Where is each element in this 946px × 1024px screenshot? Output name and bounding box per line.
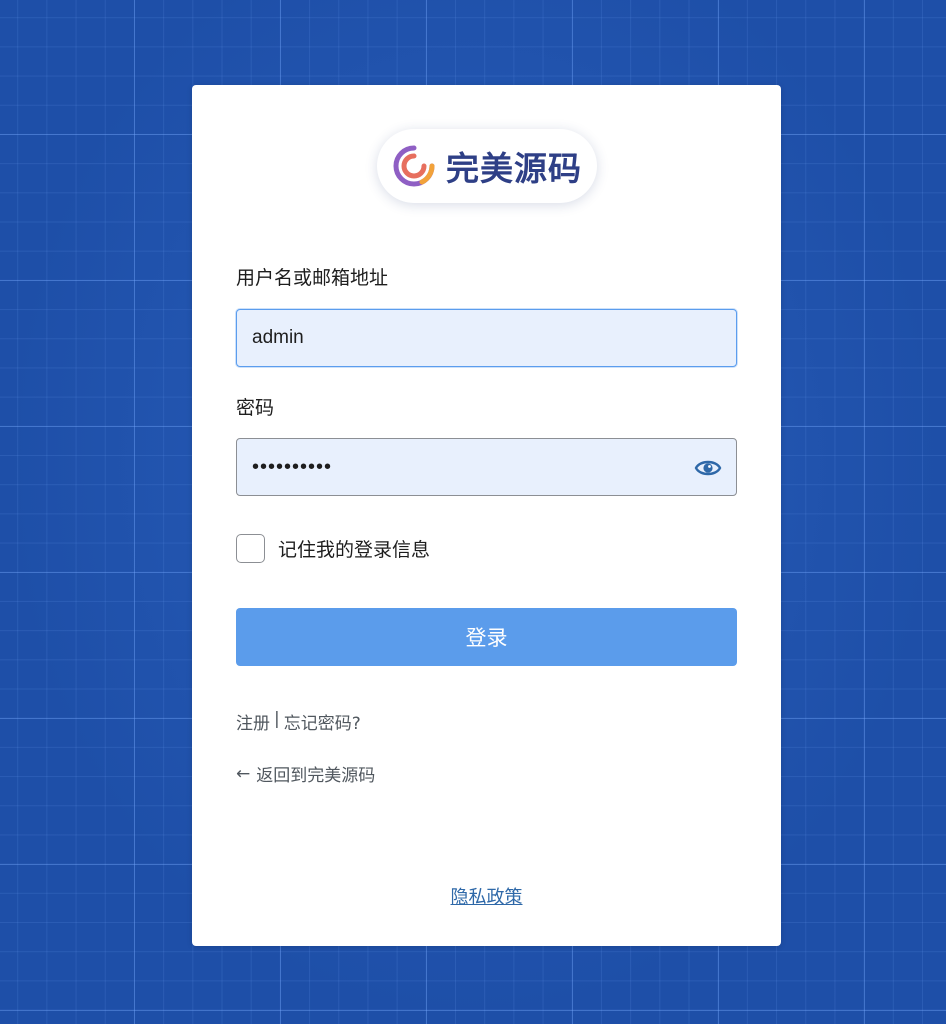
back-to-site: ← 返回到完美源码 [236,761,375,787]
logo-swirl-icon [393,145,435,187]
password-field-box [236,438,737,496]
link-separator: | [274,709,280,729]
privacy-policy: 隐私政策 [192,883,781,909]
privacy-policy-link[interactable]: 隐私政策 [451,887,523,908]
logo-text: 完美源码 [446,149,582,188]
username-label: 用户名或邮箱地址 [236,267,389,289]
forgot-password-link[interactable]: 忘记密码? [284,709,361,734]
account-links: 注册 | 忘记密码? [236,709,361,734]
eye-icon[interactable] [694,457,722,479]
login-card: 完美源码 用户名或邮箱地址 密码 记住我的登录信息 登录 注册 | 忘记密码? … [192,85,781,946]
site-logo[interactable]: 完美源码 [377,129,597,203]
username-field-box [236,309,737,367]
login-button[interactable]: 登录 [236,608,737,666]
remember-label[interactable]: 记住我的登录信息 [278,535,430,562]
arrow-left-icon: ← [236,763,251,784]
password-label: 密码 [236,397,275,419]
remember-checkbox[interactable] [236,534,265,563]
remember-me: 记住我的登录信息 [236,534,430,563]
username-input[interactable] [237,310,736,366]
password-input[interactable] [237,439,736,495]
register-link[interactable]: 注册 [236,709,270,734]
back-to-site-link[interactable]: 返回到完美源码 [256,761,375,786]
